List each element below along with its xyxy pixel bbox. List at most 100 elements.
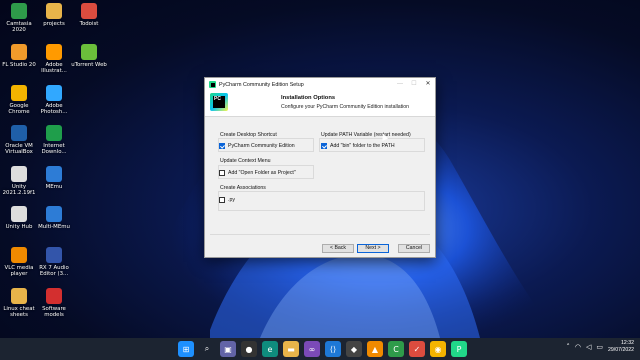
desktop-icon-label: FL Studio 20 bbox=[2, 62, 36, 68]
app-icon bbox=[11, 125, 27, 141]
file-explorer-icon[interactable]: ▬ bbox=[283, 341, 299, 357]
logo-text: PC bbox=[213, 96, 225, 108]
pycharm-app-icon bbox=[209, 81, 216, 88]
chevron-up-icon[interactable]: ˄ bbox=[566, 343, 570, 351]
desktop-icon-label: VLC media player bbox=[4, 265, 34, 277]
app-icon bbox=[46, 44, 62, 60]
edge-icon[interactable]: e bbox=[262, 341, 278, 357]
desktop-icon-label: Unity 2021.2.19f1 bbox=[2, 184, 36, 196]
context-checkbox-box[interactable] bbox=[219, 170, 225, 176]
desktop-icon[interactable]: Software models bbox=[35, 288, 73, 318]
py-association-checkbox-box[interactable] bbox=[219, 197, 225, 203]
app-icon bbox=[46, 247, 62, 263]
chrome-icon[interactable]: ◉ bbox=[430, 341, 446, 357]
shortcut-checkbox-box[interactable] bbox=[219, 143, 225, 149]
battery-icon[interactable]: ▭ bbox=[596, 343, 603, 351]
camera-icon[interactable]: ● bbox=[241, 341, 257, 357]
desktop-icon[interactable]: Todoist bbox=[70, 3, 108, 27]
app-icon bbox=[11, 288, 27, 304]
desktop-icon[interactable]: MEmu bbox=[35, 166, 73, 190]
app-icon bbox=[11, 3, 27, 19]
app-icon bbox=[46, 166, 62, 182]
path-checkbox-box[interactable] bbox=[321, 143, 327, 149]
app-icon bbox=[46, 125, 62, 141]
desktop-icon[interactable]: Unity Hub bbox=[0, 206, 38, 230]
shortcut-option-label: PyCharm Community Edition bbox=[228, 143, 295, 149]
desktop-icon-label: Camtasia 2020 bbox=[6, 21, 32, 33]
desktop-icon-label: Todoist bbox=[79, 21, 99, 27]
cancel-button[interactable]: Cancel bbox=[398, 244, 430, 253]
header-subtitle: Configure your PyCharm Community Edition… bbox=[281, 103, 410, 110]
path-group-title: Update PATH Variable (restart needed) bbox=[321, 132, 411, 138]
taskbar: ⊞ ⌕ ▣ ● e ▬ ∞ ⟨⟩ ◆ ▲ C ✓ ◉ P ˄ ◠ ◁ ▭ 12:32 29/07/2022 bbox=[0, 338, 640, 360]
close-button[interactable]: ✕ bbox=[421, 78, 435, 91]
path-option-label: Add "bin" folder to the PATH bbox=[330, 143, 395, 149]
app-icon bbox=[81, 44, 97, 60]
desktop-icon[interactable]: Unity 2021.2.19f1 bbox=[0, 166, 38, 196]
todoist-icon[interactable]: ✓ bbox=[409, 341, 425, 357]
clock[interactable]: 12:32 29/07/2022 bbox=[608, 340, 634, 353]
dialog-titlebar[interactable]: PyCharm Community Edition Setup — ☐ ✕ bbox=[205, 78, 435, 91]
desktop-icon-label: Oracle VM VirtualBox bbox=[5, 143, 33, 155]
desktop-icon-label: RX 7 Audio Editor (3... bbox=[39, 265, 69, 277]
dialog-header: PC Installation Options Configure your P… bbox=[205, 91, 435, 117]
dialog-title: PyCharm Community Edition Setup bbox=[219, 81, 304, 88]
desktop-icon-label: Multi-MEmu bbox=[38, 224, 70, 230]
associations-group-title: Create Associations bbox=[220, 185, 266, 191]
desktop-icon[interactable]: Adobe Photosh... bbox=[35, 85, 73, 115]
desktop-icon[interactable]: FL Studio 20 bbox=[0, 44, 38, 68]
desktop-icon-label: Adobe Illustrat... bbox=[41, 62, 67, 74]
back-button[interactable]: < Back bbox=[322, 244, 354, 253]
windows-start-icon[interactable]: ⊞ bbox=[178, 341, 194, 357]
app-icon bbox=[46, 85, 62, 101]
minimize-button[interactable]: — bbox=[393, 78, 407, 91]
app-icon bbox=[46, 206, 62, 222]
volume-icon[interactable]: ◁ bbox=[586, 343, 591, 351]
app-icon bbox=[11, 44, 27, 60]
next-button[interactable]: Next > bbox=[357, 244, 389, 253]
context-option-label: Add "Open Folder as Project" bbox=[228, 170, 296, 176]
app-icon bbox=[46, 3, 62, 19]
system-tray: ˄ ◠ ◁ ▭ 12:32 29/07/2022 bbox=[566, 340, 634, 353]
vscode-icon[interactable]: ⟨⟩ bbox=[325, 341, 341, 357]
desktop-icon-label: Unity Hub bbox=[5, 224, 33, 230]
wifi-icon[interactable]: ◠ bbox=[575, 343, 581, 351]
desktop-icon-label: uTorrent Web bbox=[71, 62, 107, 68]
py-association-label: .py bbox=[228, 197, 235, 203]
visual-studio-icon[interactable]: ∞ bbox=[304, 341, 320, 357]
desktop-icon[interactable]: Adobe Illustrat... bbox=[35, 44, 73, 74]
maximize-button[interactable]: ☐ bbox=[407, 78, 421, 91]
camtasia-icon[interactable]: C bbox=[388, 341, 404, 357]
app-icon bbox=[11, 85, 27, 101]
path-checkbox[interactable]: Add "bin" folder to the PATH bbox=[321, 143, 395, 149]
desktop-icon-label: MEmu bbox=[45, 184, 63, 190]
desktop-icon-label: Linux cheat sheets bbox=[3, 306, 35, 318]
chat-icon[interactable]: ▣ bbox=[220, 341, 236, 357]
pycharm-icon[interactable]: P bbox=[451, 341, 467, 357]
shortcut-checkbox[interactable]: PyCharm Community Edition bbox=[219, 143, 295, 149]
app-icon bbox=[11, 166, 27, 182]
search-icon[interactable]: ⌕ bbox=[199, 341, 215, 357]
desktop-icon[interactable]: Linux cheat sheets bbox=[0, 288, 38, 318]
unity-icon[interactable]: ◆ bbox=[346, 341, 362, 357]
desktop-icon[interactable]: uTorrent Web bbox=[70, 44, 108, 68]
app-icon bbox=[46, 288, 62, 304]
desktop-icon[interactable]: Multi-MEmu bbox=[35, 206, 73, 230]
desktop-icon-label: Software models bbox=[42, 306, 66, 318]
context-checkbox[interactable]: Add "Open Folder as Project" bbox=[219, 170, 296, 176]
app-icon bbox=[81, 3, 97, 19]
desktop-icon[interactable]: Oracle VM VirtualBox bbox=[0, 125, 38, 155]
taskbar-apps: ⊞ ⌕ ▣ ● e ▬ ∞ ⟨⟩ ◆ ▲ C ✓ ◉ P bbox=[178, 341, 467, 357]
desktop-icon[interactable]: RX 7 Audio Editor (3... bbox=[35, 247, 73, 277]
desktop-icon[interactable]: Internet Downlo... bbox=[35, 125, 73, 155]
vlc-icon[interactable]: ▲ bbox=[367, 341, 383, 357]
header-title: Installation Options bbox=[281, 95, 336, 101]
desktop-icon-label: Adobe Photosh... bbox=[40, 103, 68, 115]
associations-groupbox bbox=[218, 191, 425, 211]
desktop-icon[interactable]: Google Chrome bbox=[0, 85, 38, 115]
desktop-icon[interactable]: Camtasia 2020 bbox=[0, 3, 38, 33]
desktop-icon[interactable]: projects bbox=[35, 3, 73, 27]
py-association-checkbox[interactable]: .py bbox=[219, 197, 235, 203]
desktop-icon[interactable]: VLC media player bbox=[0, 247, 38, 277]
app-icon bbox=[11, 247, 27, 263]
